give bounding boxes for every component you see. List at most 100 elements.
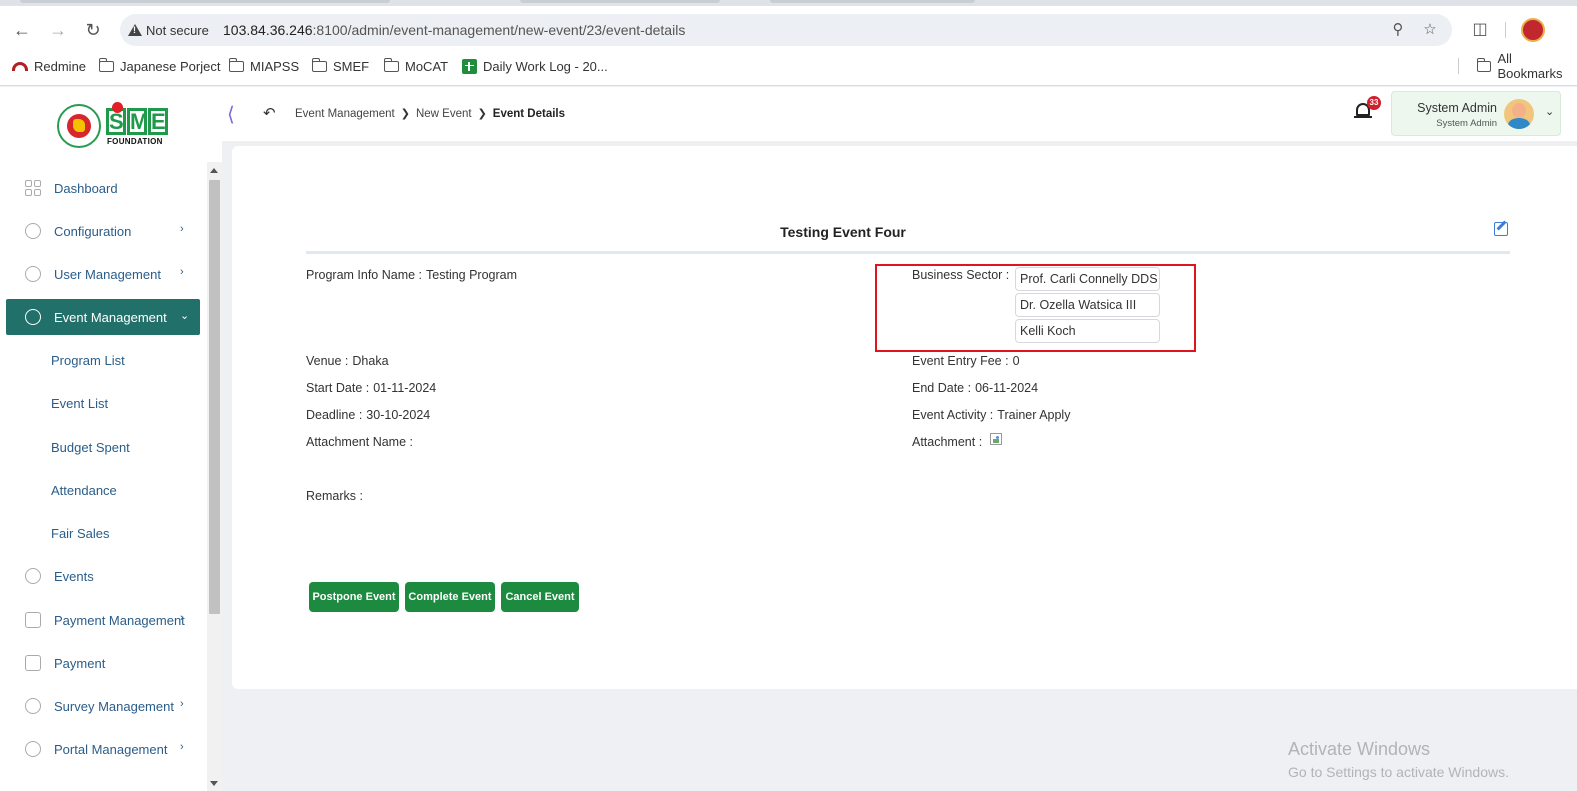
reload-icon[interactable]: ↻ [81,18,105,42]
collapse-sidebar-icon[interactable]: ⟨ [227,102,235,127]
avatar [1504,99,1534,129]
spreadsheet-icon [462,58,477,74]
bookmarks-divider [1458,58,1459,74]
breadcrumb-new-event[interactable]: New Event [416,108,472,120]
bookmark-redmine[interactable]: Redmine [12,54,86,78]
folder-icon [228,57,244,72]
business-sector-tag: Dr. Ozella Watsica III [1015,293,1160,317]
survey-management-icon [25,698,41,714]
sidebar-subitem-fair-sales[interactable]: Fair Sales [51,526,110,541]
activate-windows-subtitle: Go to Settings to activate Windows. [1288,764,1509,780]
postpone-event-button[interactable]: Postpone Event [309,582,399,612]
payment-icon [25,655,41,671]
portal-management-icon [25,741,41,757]
url-text[interactable]: 103.84.36.246:8100/admin/event-managemen… [223,22,685,38]
remarks-field: Remarks : [306,489,363,503]
events-icon [25,568,41,584]
cancel-event-button[interactable]: Cancel Event [501,582,579,612]
back-icon[interactable]: ↶ [263,104,276,122]
profile-avatar[interactable] [1521,18,1545,42]
breadcrumb-event-details: Event Details [492,107,566,120]
chevron-down-icon[interactable]: ⌄ [1545,105,1554,118]
logo-letter: E [148,108,168,135]
chevron-right-icon: ❯ [477,108,487,120]
tab[interactable] [770,0,975,3]
breadcrumb-event-management[interactable]: Event Management [295,108,395,120]
attachment-label: Attachment : [912,435,983,449]
browser-chrome: ← → ↻ Not secure 103.84.36.246:8100/admi… [0,0,1577,86]
entry-fee-field: Event Entry Fee :0 [912,354,1020,368]
star-icon[interactable]: ☆ [1420,20,1440,40]
sidebar-subitem-event-list[interactable]: Event List [51,396,108,411]
logo-dot [112,102,123,113]
sidebar-item-payment[interactable]: Payment [6,645,200,681]
folder-icon [1476,57,1492,72]
business-sector-tag: Kelli Koch [1015,319,1160,343]
deadline-field: Deadline :30-10-2024 [306,408,431,422]
attachment-name-field: Attachment Name : [306,435,413,449]
sme-logo[interactable]: S M E [106,102,169,135]
bookmark-all-bookmarks[interactable]: All Bookmarks [1476,51,1577,81]
security-indicator[interactable]: Not secure [128,21,209,39]
user-name: System Admin [1417,101,1497,115]
bookmark-daily-work-log[interactable]: Daily Work Log - 20... [462,54,608,78]
logo-letter: M [127,108,148,135]
logo-subtitle: FOUNDATION [107,137,163,146]
bookmark-mocat[interactable]: MoCAT [383,54,448,78]
sidebar-item-payment-management[interactable]: Payment Management › [6,602,200,638]
event-activity-field: Event Activity : Trainer Apply [912,408,1071,422]
title-divider [306,251,1510,254]
folder-icon [383,57,399,72]
notification-badge: 33 [1367,96,1381,110]
back-arrow-icon[interactable]: ← [10,18,34,42]
sidebar-item-user-management[interactable]: User Management › [6,256,200,292]
user-menu[interactable]: System Admin System Admin ⌄ [1391,91,1561,136]
chevron-right-icon: › [180,266,184,278]
breadcrumb: Event Management ❯ New Event ❯ Event Det… [295,107,566,121]
sidebar-item-dashboard[interactable]: Dashboard [6,170,200,206]
bookmark-miapss[interactable]: MIAPSS [228,54,299,78]
sidebar-subitem-budget-spent[interactable]: Budget Spent [51,440,130,455]
address-bar[interactable]: Not secure 103.84.36.246:8100/admin/even… [120,14,1452,46]
sidebar-subitem-attendance[interactable]: Attendance [51,483,117,498]
warning-icon [128,24,142,36]
bookmark-smef[interactable]: SMEF [311,54,369,78]
broken-image-icon[interactable] [990,433,1002,445]
scroll-down-arrow-icon[interactable] [210,781,218,786]
event-title: Testing Event Four [780,224,906,240]
sidebar-item-portal-management[interactable]: Portal Management › [6,731,200,767]
start-date-field: Start Date :01-11-2024 [306,381,437,395]
folder-icon [98,57,114,72]
chevron-right-icon: › [180,698,184,710]
sidebar-item-survey-management[interactable]: Survey Management › [6,688,200,724]
edit-icon[interactable] [1494,222,1508,236]
sidebar-item-configuration[interactable]: Configuration › [6,213,200,249]
program-info-field: Program Info Name : Testing Program [306,268,518,282]
forward-arrow-icon[interactable]: → [46,18,70,42]
scrollbar-thumb[interactable] [209,180,220,614]
sidebar-item-event-management[interactable]: Event Management ⌄ [6,299,200,335]
complete-event-button[interactable]: Complete Event [405,582,495,612]
sidebar-item-events[interactable]: Events [6,558,200,594]
chevron-right-icon: › [180,223,184,235]
zoom-icon[interactable]: ⚲ [1388,20,1408,40]
bookmark-japanese-porject[interactable]: Japanese Porject [98,54,220,78]
sidebar-subitem-program-list[interactable]: Program List [51,353,125,368]
toolbar-divider [1505,22,1506,38]
business-sector-label: Business Sector : [912,268,1010,282]
extensions-icon[interactable]: ◫ [1468,18,1492,42]
tab[interactable] [20,0,390,3]
tab[interactable] [520,0,720,3]
payment-management-icon [25,612,41,628]
venue-field: Venue : Dhaka [306,354,389,368]
chevron-down-icon: ⌄ [180,310,190,322]
sidebar: Dashboard Configuration › User Managemen… [0,162,207,791]
end-date-field: End Date :06-11-2024 [912,381,1039,395]
scroll-up-arrow-icon[interactable] [210,168,218,173]
dashboard-icon [25,180,41,196]
user-management-icon [25,266,41,282]
business-sector-tag: Prof. Carli Connelly DDS [1015,267,1160,291]
app-header [0,87,1577,141]
chevron-right-icon: › [180,612,184,624]
government-emblem-logo [57,104,101,148]
